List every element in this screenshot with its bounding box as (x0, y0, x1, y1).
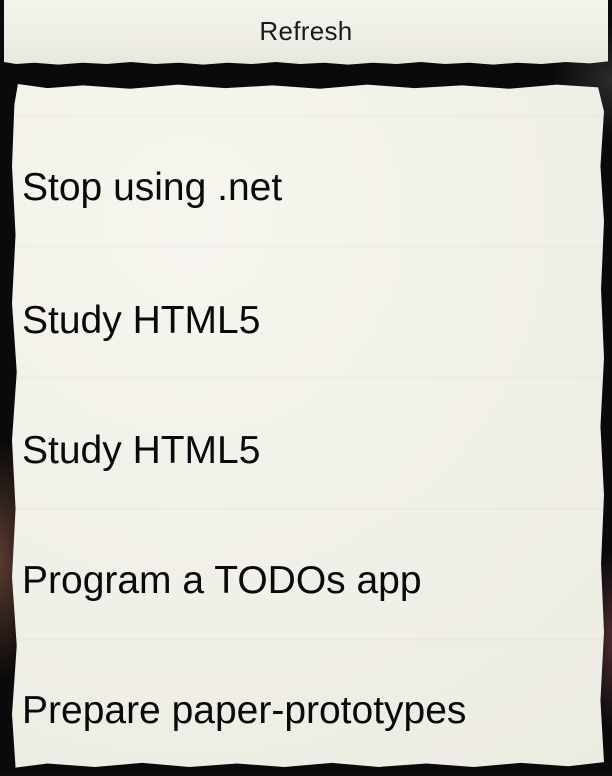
todo-item[interactable]: Program a TODOs app (12, 516, 604, 646)
todo-item[interactable]: Study HTML5 (12, 256, 604, 386)
top-toolbar: Refresh (4, 0, 608, 65)
todo-item[interactable]: Stop using .net (12, 119, 604, 256)
todo-item[interactable]: Study HTML5 (12, 386, 604, 516)
todo-list: Stop using .net Study HTML5 Study HTML5 … (12, 119, 604, 768)
todo-item[interactable]: Prepare paper-prototypes (12, 646, 604, 768)
todo-paper-sheet: Stop using .net Study HTML5 Study HTML5 … (12, 84, 604, 768)
refresh-button[interactable]: Refresh (241, 12, 370, 51)
